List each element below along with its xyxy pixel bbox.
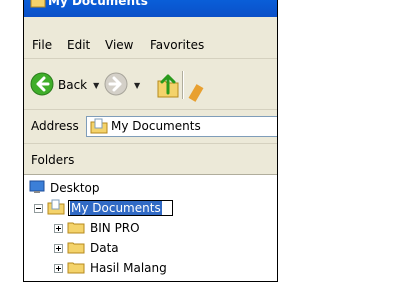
- folders-pane-header: Folders: [24, 144, 277, 175]
- title-bar[interactable]: My Documents: [24, 0, 277, 17]
- tree-item-my-documents[interactable]: My Documents: [34, 198, 173, 218]
- menu-favorites[interactable]: Favorites: [150, 38, 204, 52]
- menu-edit[interactable]: Edit: [67, 38, 90, 52]
- menu-file[interactable]: File: [32, 38, 52, 52]
- address-label: Address: [31, 119, 79, 133]
- folder-tree: Desktop My Documents BIN PRO Data Hasil …: [24, 175, 277, 281]
- expand-icon[interactable]: [54, 223, 63, 233]
- folder-icon: [67, 220, 85, 237]
- address-bar: Address My Documents: [24, 110, 277, 144]
- my-documents-icon: [47, 199, 65, 218]
- tree-item-label: Data: [90, 241, 119, 255]
- up-folder-icon[interactable]: [156, 71, 180, 102]
- back-label: Back: [58, 78, 88, 92]
- forward-dropdown-icon[interactable]: ▼: [134, 81, 140, 90]
- window-title: My Documents: [48, 0, 148, 8]
- explorer-window: My Documents File Edit View Favorites Ba…: [23, 0, 278, 282]
- menu-view[interactable]: View: [105, 38, 133, 52]
- back-button[interactable]: Back ▼: [30, 72, 99, 99]
- tree-item-desktop[interactable]: Desktop: [29, 178, 100, 198]
- address-value: My Documents: [111, 119, 201, 133]
- tree-item-label: BIN PRO: [90, 221, 140, 235]
- address-field[interactable]: My Documents: [86, 116, 277, 137]
- toolbar-separator: [182, 71, 184, 99]
- expand-icon[interactable]: [54, 243, 63, 253]
- collapse-icon[interactable]: [34, 203, 43, 213]
- back-dropdown-icon[interactable]: ▼: [93, 81, 99, 90]
- tree-item-label: Desktop: [50, 181, 100, 195]
- back-arrow-icon: [30, 72, 54, 99]
- rename-selected-text[interactable]: My Documents: [70, 201, 162, 215]
- tree-item-label: Hasil Malang: [90, 261, 167, 275]
- tree-item-bin-pro[interactable]: BIN PRO: [54, 218, 140, 238]
- folder-icon: [30, 0, 46, 11]
- tree-item-hasil-malang[interactable]: Hasil Malang: [54, 258, 167, 278]
- folders-title: Folders: [31, 153, 75, 167]
- rename-field[interactable]: My Documents: [68, 200, 173, 216]
- forward-arrow-icon: [104, 72, 128, 99]
- folder-icon: [67, 240, 85, 257]
- toolbar: Back ▼ ▼: [24, 59, 277, 110]
- folder-icon: [67, 260, 85, 277]
- desktop-icon: [29, 179, 45, 198]
- tree-item-data[interactable]: Data: [54, 238, 119, 258]
- forward-button[interactable]: ▼: [104, 72, 140, 99]
- my-documents-icon: [90, 118, 108, 137]
- expand-icon[interactable]: [54, 263, 63, 273]
- menu-bar: File Edit View Favorites: [24, 17, 277, 59]
- search-icon[interactable]: [188, 84, 204, 102]
